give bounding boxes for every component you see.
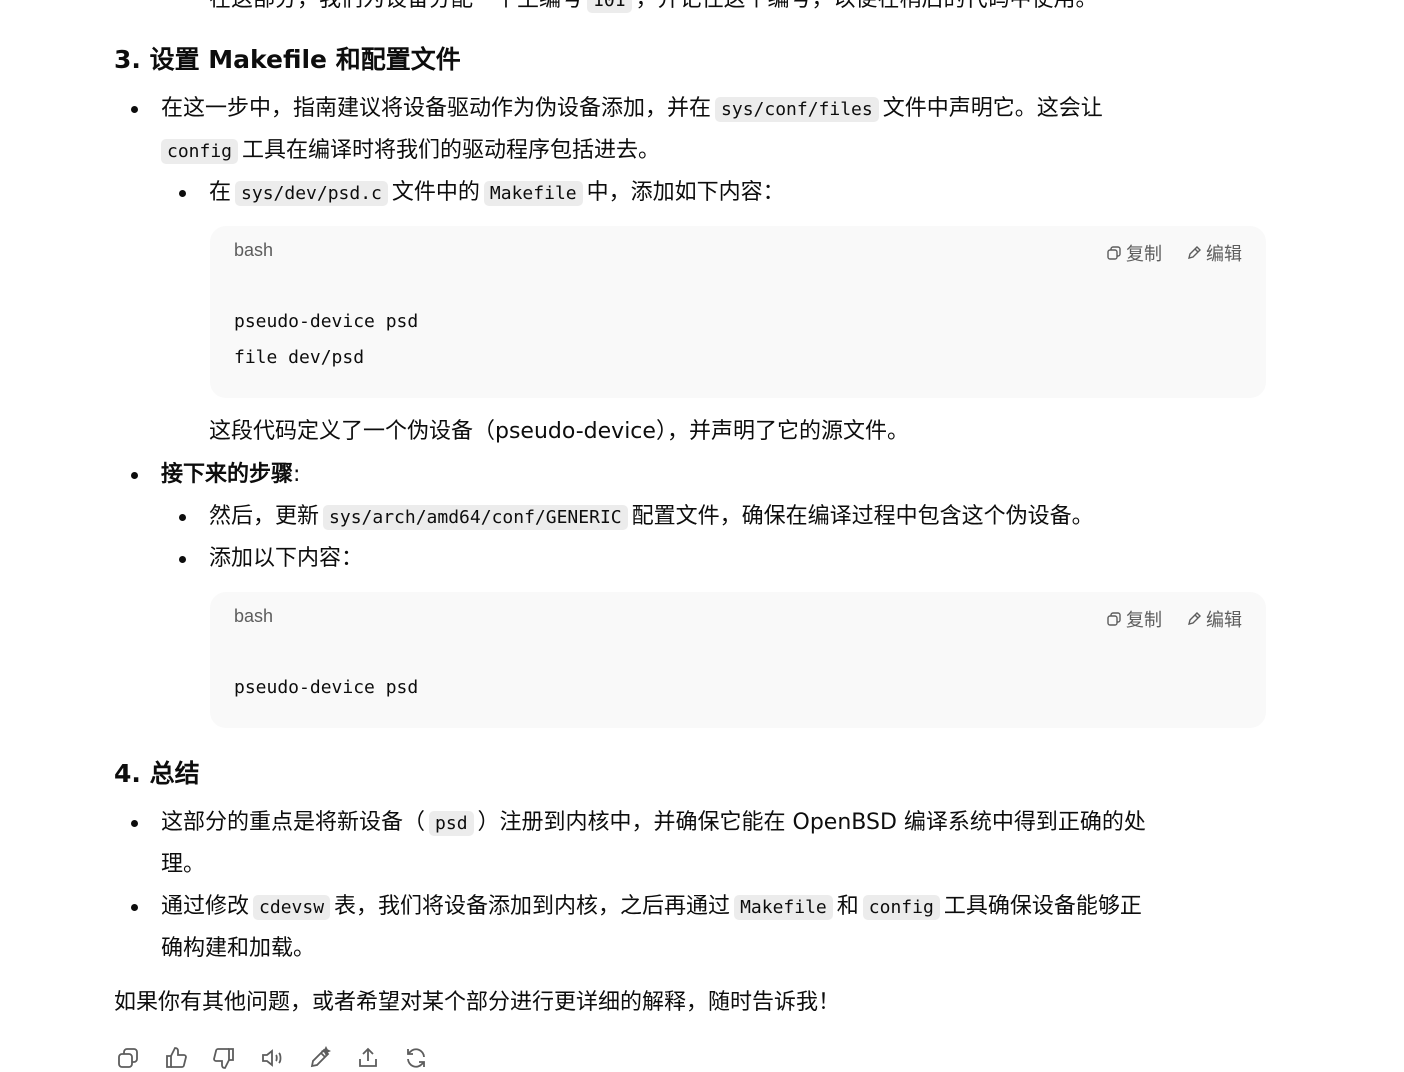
inline-code: Makefile <box>734 895 833 920</box>
closing-paragraph: 如果你有其他问题，或者希望对某个部分进行更详细的解释，随时告诉我！ <box>114 990 841 1015</box>
inline-code: psd <box>429 811 474 836</box>
regenerate-icon <box>407 1048 425 1068</box>
list-item: 在这一步中，指南建议将设备驱动作为伪设备添加，并在 sys/conf/files 文… <box>131 95 1103 124</box>
text: 在这部分，我们为设备分配一个主编号 <box>209 0 583 12</box>
copy-code-button[interactable]: 复制 <box>1106 606 1162 632</box>
copy-icon <box>1107 246 1121 260</box>
code-line: pseudo-device psd <box>234 677 419 698</box>
thumbs-down-button[interactable] <box>210 1044 238 1072</box>
edit-label: 编辑 <box>1206 244 1242 265</box>
message-actions-toolbar <box>114 1044 430 1072</box>
copy-label: 复制 <box>1126 610 1162 631</box>
inline-code: sys/conf/files <box>715 97 879 122</box>
section-heading-3: 3. 设置 Makefile 和配置文件 <box>114 45 461 74</box>
inline-code: config <box>161 139 239 164</box>
edit-label: 编辑 <box>1206 610 1242 631</box>
text: 文件中声明它。这会让 <box>882 96 1103 121</box>
code-content: pseudo-device psd <box>234 670 418 706</box>
share-icon <box>359 1047 377 1067</box>
list-item: 接下来的步骤: <box>130 461 301 489</box>
thumbs-up-button[interactable] <box>162 1044 190 1072</box>
section-heading-4: 4. 总结 <box>114 759 200 788</box>
text: 然后，更新 <box>209 504 320 529</box>
regenerate-button[interactable] <box>402 1044 430 1072</box>
text: 通过修改 <box>161 894 250 919</box>
read-aloud-button[interactable] <box>258 1044 286 1072</box>
paragraph: 这段代码定义了一个伪设备（pseudo-device），并声明了它的源文件。 <box>209 419 909 444</box>
code-language-label: bash <box>234 606 274 626</box>
text: 工具确保设备能够正 <box>943 894 1142 919</box>
copy-code-button[interactable]: 复制 <box>1106 240 1162 266</box>
text: 和 <box>836 894 859 919</box>
list-item-continuation: 确构建和加载。 <box>161 936 316 961</box>
copy-label: 复制 <box>1126 244 1162 265</box>
pencil-icon <box>1188 246 1201 259</box>
list-item-continuation: config 工具在编译时将我们的驱动程序包括进去。 <box>161 137 660 166</box>
text: 文件中的 <box>391 180 480 205</box>
list-item-continuation: 理。 <box>161 852 206 877</box>
text: 在 <box>209 180 232 205</box>
list-item: 添加以下内容： <box>178 546 364 571</box>
copy-icon <box>118 1048 138 1068</box>
code-line: pseudo-device psd <box>234 311 419 332</box>
inline-code: cdevsw <box>253 895 331 920</box>
code-block: bash 复制 编辑 pseudo-device psd <box>210 592 1266 728</box>
chat-message: 在这部分，我们为设备分配一个主编号 101 ，并记住这个编号，以便在稍后的代码中使用… <box>0 0 1404 1072</box>
text: ）注册到内核中，并确保它能在 OpenBSD 编译系统中得到正确的处 <box>477 810 1146 835</box>
code-line: file dev/psd <box>234 347 365 368</box>
list-item: 在 sys/dev/psd.c 文件中的 Makefile 中，添加如下内容： <box>179 179 785 208</box>
copy-icon <box>1107 612 1121 626</box>
code-block: bash 复制 编辑 pseudo-device psd file dev/ps… <box>210 226 1266 398</box>
share-button[interactable] <box>354 1044 382 1072</box>
inline-code: config <box>862 895 940 920</box>
bold-text: 接下来的步骤 <box>161 462 294 487</box>
code-actions: 复制 编辑 <box>1106 240 1242 266</box>
code-content: pseudo-device psd file dev/psd <box>234 304 418 376</box>
cut-off-paragraph: 在这部分，我们为设备分配一个主编号 101 ，并记住这个编号，以便在稍后的代码中使用… <box>209 0 1098 15</box>
inline-code: Makefile <box>483 181 583 206</box>
text: 表，我们将设备添加到内核，之后再通过 <box>334 894 731 919</box>
text: 这部分的重点是将新设备（ <box>161 810 426 835</box>
copy-message-button[interactable] <box>114 1044 142 1072</box>
edit-code-button[interactable]: 编辑 <box>1186 606 1242 632</box>
text: : <box>293 462 301 487</box>
edit-message-button[interactable] <box>306 1044 334 1072</box>
list-item: 然后，更新 sys/arch/amd64/conf/GENERIC 配置文件，确保在… <box>179 503 1094 532</box>
code-language-label: bash <box>234 240 274 260</box>
text: 在这一步中，指南建议将设备驱动作为伪设备添加，并在 <box>161 96 712 121</box>
edit-icon <box>310 1046 332 1068</box>
text: 工具在编译时将我们的驱动程序包括进去。 <box>242 138 661 163</box>
inline-code: sys/arch/amd64/conf/GENERIC <box>323 505 628 530</box>
text: 中，添加如下内容： <box>586 180 785 205</box>
text: 配置文件，确保在编译过程中包含这个伪设备。 <box>631 504 1094 529</box>
list-item: 通过修改 cdevsw 表，我们将设备添加到内核，之后再通过 Makefile 和 con… <box>131 893 1142 922</box>
list-item: 这部分的重点是将新设备（ psd ）注册到内核中，并确保它能在 OpenBSD 编译… <box>131 809 1146 838</box>
thumbs-up-icon <box>166 1047 187 1068</box>
inline-code: 101 <box>587 0 632 13</box>
text: ，并记住这个编号，以便在稍后的代码中使用。 <box>636 0 1098 12</box>
code-actions: 复制 编辑 <box>1106 606 1242 632</box>
edit-code-button[interactable]: 编辑 <box>1186 240 1242 266</box>
pencil-icon <box>1188 612 1201 625</box>
speaker-icon <box>262 1049 282 1067</box>
thumbs-down-icon <box>213 1048 234 1069</box>
inline-code: sys/dev/psd.c <box>235 181 388 206</box>
